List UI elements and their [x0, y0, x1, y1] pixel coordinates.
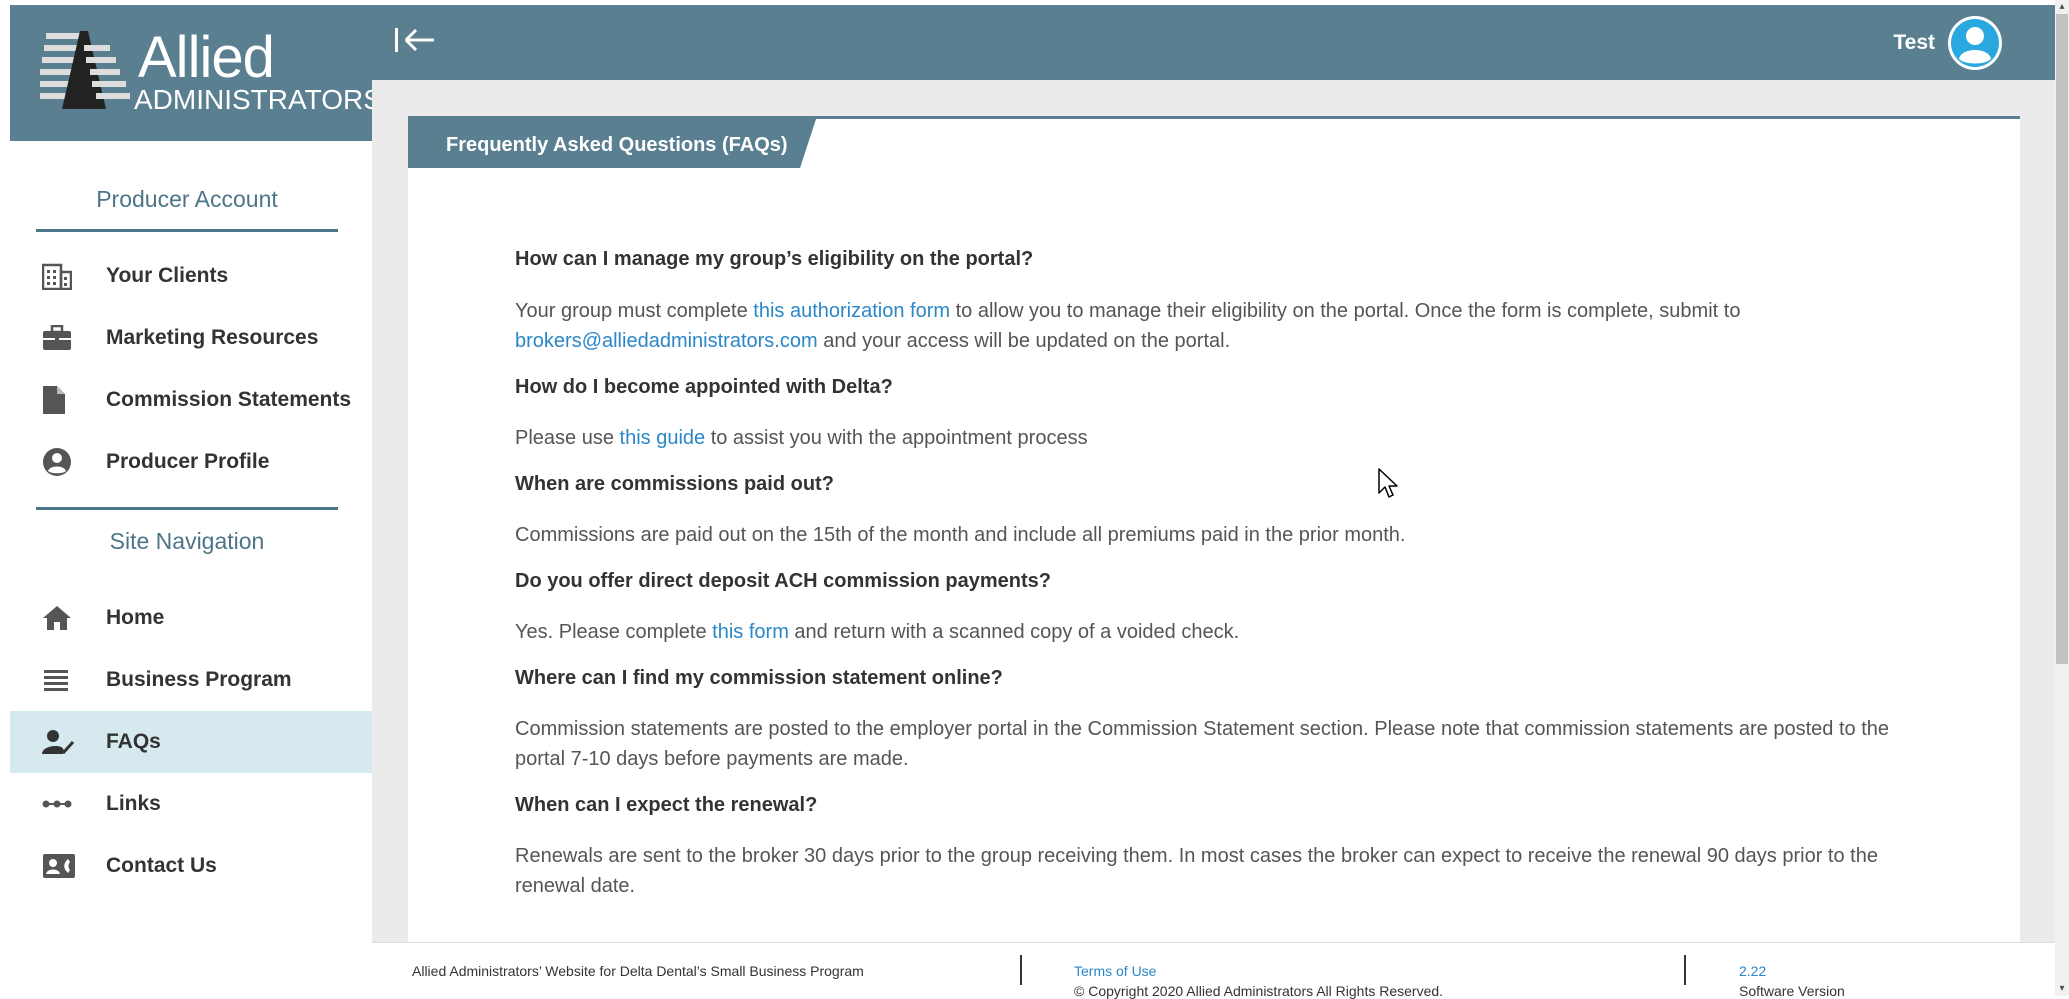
faq-list: How can I manage my group’s eligibility …	[515, 245, 1915, 901]
sidebar: Allied ADMINISTRATORS Producer Account Y…	[0, 0, 382, 996]
sidebar-item-marketing-resources[interactable]: Marketing Resources	[10, 307, 372, 369]
scrollbar[interactable]: ▴ ▾	[2055, 0, 2069, 996]
logo[interactable]: Allied ADMINISTRATORS	[10, 5, 382, 141]
sidebar-item-faqs[interactable]: FAQs	[10, 711, 372, 773]
sidebar-item-links[interactable]: Links	[10, 773, 372, 835]
home-icon	[42, 605, 80, 631]
faq-answer: Commissions are paid out on the 15th of …	[515, 524, 1406, 546]
mouse-cursor-icon	[1378, 468, 1398, 498]
sidebar-item-label: Business Program	[106, 668, 292, 691]
logo-text-administrators: ADMINISTRATORS	[134, 84, 382, 115]
sidebar-item-business-program[interactable]: Business Program	[10, 649, 372, 711]
footer-copyright: © Copyright 2020 Allied Administrators A…	[1074, 963, 1443, 999]
user-circle-icon	[42, 447, 80, 477]
panel-title: Frequently Asked Questions (FAQs)	[446, 134, 788, 156]
sidebar-item-home[interactable]: Home	[10, 587, 372, 649]
scroll-down-arrow-icon[interactable]: ▾	[2057, 984, 2067, 994]
sidebar-item-label: Producer Profile	[106, 450, 270, 473]
faq-answer-text: Yes. Please complete	[515, 621, 713, 643]
panel-tab: Frequently Asked Questions (FAQs)	[408, 119, 818, 174]
faq-panel: Frequently Asked Questions (FAQs) How ca…	[408, 116, 2020, 942]
faq-answer: Renewals are sent to the broker 30 days …	[515, 845, 1878, 897]
faq-question: When are commissions paid out?	[515, 473, 834, 495]
scroll-thumb[interactable]	[2056, 14, 2068, 664]
file-icon	[42, 385, 80, 415]
footer-divider	[1684, 955, 1686, 985]
faq-answer-text: Your group must complete	[515, 300, 754, 322]
appointment-guide-link[interactable]: this guide	[620, 427, 706, 449]
brokers-email-link[interactable]: brokers@alliedadministrators.com	[515, 330, 818, 352]
footer-site-description: Allied Administrators’ Website for Delta…	[412, 963, 864, 979]
faq-answer-text: Please use	[515, 427, 620, 449]
top-bar: Test	[372, 5, 2055, 80]
producer-account-heading: Producer Account	[96, 186, 278, 212]
scroll-up-arrow-icon[interactable]: ▴	[2057, 2, 2067, 12]
section-divider	[36, 507, 338, 510]
terms-of-use-link[interactable]: Terms of Use	[1074, 963, 1156, 979]
sidebar-item-your-clients[interactable]: Your Clients	[10, 245, 372, 307]
sidebar-item-label: Contact Us	[106, 854, 217, 877]
faq-question: How can I manage my group’s eligibility …	[515, 248, 1034, 270]
faq-question: When can I expect the renewal?	[515, 794, 818, 816]
faq-answer-text: and return with a scanned copy of a void…	[788, 621, 1240, 643]
faq-answer-text: to allow you to manage their eligibility…	[950, 300, 1741, 322]
building-icon	[42, 262, 80, 290]
faq-answer: Commission statements are posted to the …	[515, 718, 1890, 770]
direct-deposit-form-link[interactable]: this form	[712, 621, 789, 643]
faq-question: Where can I find my commission statement…	[515, 667, 1003, 689]
list-icon	[42, 669, 80, 691]
footer-software-version: Software Version 2.22	[1739, 963, 1845, 999]
sidebar-item-producer-profile[interactable]: Producer Profile	[10, 431, 372, 493]
user-name[interactable]: Test	[1893, 31, 1935, 55]
briefcase-icon	[42, 325, 80, 351]
user-check-icon	[42, 729, 80, 755]
sidebar-item-label: Home	[106, 606, 165, 629]
sidebar-item-label: FAQs	[106, 730, 161, 753]
faq-answer: Please use this guide to assist you with…	[515, 423, 1915, 453]
site-navigation-heading: Site Navigation	[109, 528, 265, 554]
collapse-sidebar-icon[interactable]	[392, 25, 438, 60]
copyright-text: © Copyright 2020 Allied Administrators A…	[1074, 983, 1444, 999]
sidebar-item-label: Commission Statements	[106, 388, 352, 411]
version-link[interactable]: 2.22	[1739, 963, 1766, 979]
authorization-form-link[interactable]: this authorization form	[753, 300, 950, 322]
logo-text-allied: Allied	[138, 25, 275, 90]
footer: Allied Administrators’ Website for Delta…	[372, 942, 2055, 999]
sidebar-item-label: Links	[106, 792, 161, 815]
faq-question: Do you offer direct deposit ACH commissi…	[515, 570, 1052, 592]
allied-logo-mark-icon	[40, 31, 130, 109]
contact-card-icon	[42, 853, 80, 879]
faq-question: How do I become appointed with Delta?	[515, 376, 893, 398]
faq-answer-text: and your access will be updated on the p…	[817, 330, 1231, 352]
sidebar-item-label: Marketing Resources	[106, 326, 319, 349]
faq-answer: Yes. Please complete this form and retur…	[515, 617, 1915, 647]
faq-answer: Your group must complete this authorizat…	[515, 296, 1915, 356]
sidebar-item-commission-statements[interactable]: Commission Statements	[10, 369, 372, 431]
avatar[interactable]	[1947, 15, 2003, 76]
footer-divider	[1020, 955, 1022, 985]
version-label: Software Version	[1739, 983, 1845, 999]
sidebar-item-contact-us[interactable]: Contact Us	[10, 835, 372, 897]
sidebar-item-label: Your Clients	[106, 264, 229, 287]
link-dots-icon	[42, 799, 80, 809]
section-divider	[36, 229, 338, 232]
faq-answer-text: to assist you with the appointment proce…	[705, 427, 1088, 449]
